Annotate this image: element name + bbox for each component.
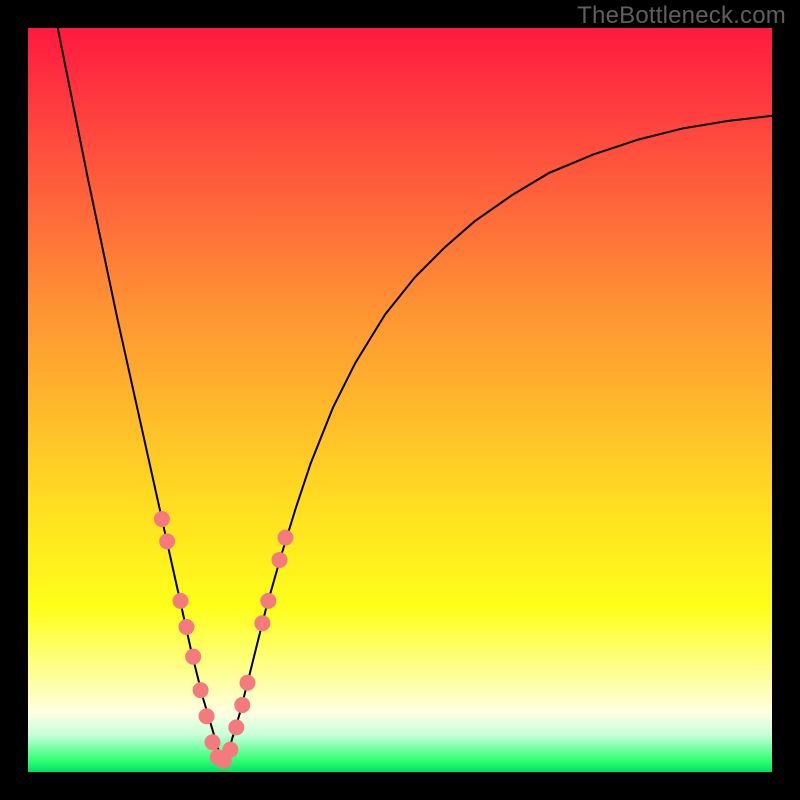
marker-point [173,593,189,609]
marker-point [199,708,215,724]
watermark-text: TheBottleneck.com [577,2,786,30]
marker-point [254,615,270,631]
bottleneck-curve [58,28,772,761]
highlighted-points [154,511,294,769]
marker-point [260,593,276,609]
marker-point [185,649,201,665]
marker-point [205,734,221,750]
marker-point [193,682,209,698]
marker-point [239,675,255,691]
marker-point [277,530,293,546]
chart-svg [28,28,772,772]
marker-point [154,511,170,527]
marker-point [222,742,238,758]
marker-point [178,619,194,635]
marker-point [228,719,244,735]
marker-point [271,552,287,568]
plot-area [28,28,772,772]
marker-point [159,533,175,549]
chart-frame: TheBottleneck.com [0,0,800,800]
marker-point [234,697,250,713]
